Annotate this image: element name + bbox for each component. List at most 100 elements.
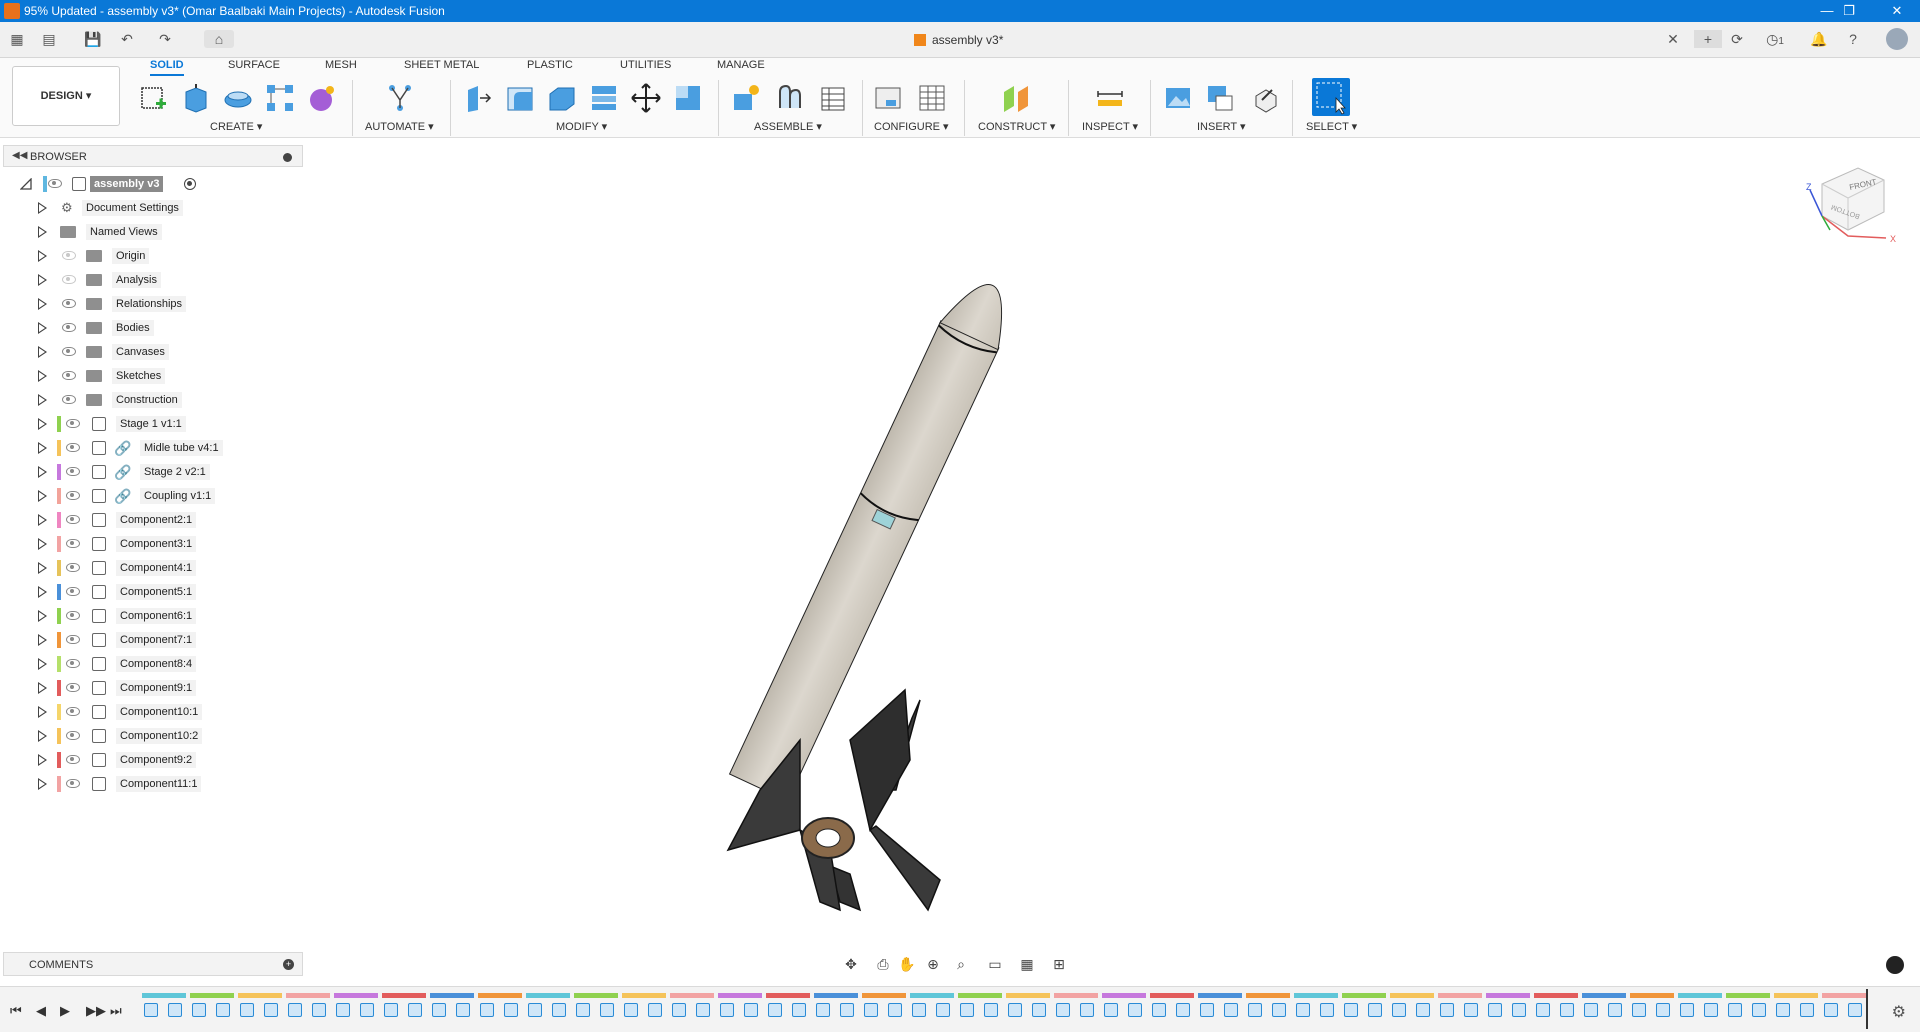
shell-icon[interactable] (546, 82, 578, 114)
timeline-feature[interactable] (456, 1003, 470, 1017)
expand-arrow-icon[interactable] (38, 226, 47, 238)
browser-item[interactable]: Component5:1 (0, 582, 300, 602)
visibility-eye-icon[interactable] (66, 683, 80, 692)
timeline-feature[interactable] (312, 1003, 326, 1017)
browser-item[interactable]: Component10:2 (0, 726, 300, 746)
browser-item[interactable]: 🔗 Coupling v1:1 (0, 486, 300, 506)
expand-arrow-icon[interactable] (38, 202, 47, 214)
automate-icon[interactable] (384, 82, 416, 114)
browser-item-label[interactable]: Stage 1 v1:1 (116, 416, 186, 432)
press-pull-icon[interactable] (462, 82, 494, 114)
timeline-feature[interactable] (1464, 1003, 1478, 1017)
visibility-eye-icon[interactable] (62, 323, 76, 332)
browser-options-icon[interactable] (283, 153, 292, 162)
timeline-feature[interactable] (408, 1003, 422, 1017)
timeline-feature[interactable] (1800, 1003, 1814, 1017)
notifications-bell-icon[interactable]: 🔔 (1810, 30, 1828, 48)
timeline-feature[interactable] (288, 1003, 302, 1017)
form-icon[interactable] (306, 82, 338, 114)
redo-icon[interactable]: ↷ (156, 30, 174, 48)
grid-settings-icon[interactable]: ▦ (1018, 955, 1036, 973)
revolve-icon[interactable] (222, 82, 254, 114)
visibility-eye-icon[interactable] (62, 395, 76, 404)
viewcube[interactable]: FRONT BOTTOM Z X (1800, 160, 1900, 250)
visibility-eye-icon[interactable] (48, 179, 62, 188)
create-sketch-icon[interactable] (138, 82, 170, 114)
timeline-feature[interactable] (1128, 1003, 1142, 1017)
bill-of-materials-icon[interactable] (816, 82, 848, 114)
collapse-browser-icon[interactable]: ◀◀ (12, 150, 27, 161)
browser-item-label[interactable]: Component5:1 (116, 584, 197, 600)
inspect-group-label[interactable]: INSPECT ▾ (1082, 120, 1138, 133)
browser-item[interactable]: Component10:1 (0, 702, 300, 722)
timeline-feature[interactable] (528, 1003, 542, 1017)
timeline-play-icon[interactable]: ▶ (60, 1003, 70, 1019)
timeline-feature[interactable] (768, 1003, 782, 1017)
browser-item[interactable]: 🔗 Stage 2 v2:1 (0, 462, 300, 482)
move-copy-icon[interactable] (630, 82, 662, 114)
timeline-feature[interactable] (360, 1003, 374, 1017)
timeline-feature[interactable] (1392, 1003, 1406, 1017)
expand-arrow-icon[interactable] (38, 754, 47, 766)
tab-surface[interactable]: SURFACE (228, 58, 280, 76)
new-component-icon[interactable] (730, 82, 762, 114)
timeline-feature[interactable] (1536, 1003, 1550, 1017)
timeline-feature[interactable] (552, 1003, 566, 1017)
tab-plastic[interactable]: PLASTIC (527, 58, 573, 76)
browser-item-label[interactable]: Component8:4 (116, 656, 197, 672)
joint-icon[interactable] (774, 82, 806, 114)
root-assembly-label[interactable]: assembly v3 (90, 176, 164, 192)
root-collapse-icon[interactable] (20, 178, 32, 190)
browser-item[interactable]: Canvases (0, 342, 300, 362)
visibility-eye-icon[interactable] (66, 443, 80, 452)
expand-arrow-icon[interactable] (38, 586, 47, 598)
browser-item[interactable]: Component2:1 (0, 510, 300, 530)
timeline-feature[interactable] (1656, 1003, 1670, 1017)
file-menu-icon[interactable]: ▤ (40, 30, 58, 48)
visibility-eye-icon[interactable] (66, 707, 80, 716)
browser-item-label[interactable]: Relationships (112, 296, 187, 312)
timeline-feature[interactable] (1200, 1003, 1214, 1017)
timeline-feature[interactable] (840, 1003, 854, 1017)
add-comment-icon[interactable]: + (283, 959, 294, 970)
configure-icon[interactable] (872, 82, 904, 114)
expand-arrow-icon[interactable] (38, 466, 47, 478)
save-icon[interactable]: 💾 (84, 30, 102, 48)
timeline-feature[interactable] (1512, 1003, 1526, 1017)
timeline-feature[interactable] (336, 1003, 350, 1017)
timeline-feature[interactable] (1008, 1003, 1022, 1017)
browser-item-label[interactable]: Component9:2 (116, 752, 197, 768)
timeline-prev-icon[interactable]: ◀ (36, 1003, 46, 1019)
workspace-design-button[interactable]: DESIGN ▾ (12, 66, 120, 126)
browser-item[interactable]: Component9:1 (0, 678, 300, 698)
expand-arrow-icon[interactable] (38, 682, 47, 694)
browser-item[interactable]: Relationships (0, 294, 300, 314)
browser-item-label[interactable]: Component3:1 (116, 536, 197, 552)
browser-item[interactable]: Sketches (0, 366, 300, 386)
expand-arrow-icon[interactable] (38, 610, 47, 622)
expand-arrow-icon[interactable] (38, 346, 47, 358)
offset-plane-icon[interactable] (1000, 82, 1032, 114)
tab-manage[interactable]: MANAGE (717, 58, 765, 76)
timeline-feature[interactable] (1152, 1003, 1166, 1017)
timeline-feature[interactable] (576, 1003, 590, 1017)
browser-item[interactable]: Bodies (0, 318, 300, 338)
new-tab-plus-icon[interactable]: + (1694, 30, 1722, 48)
browser-item[interactable]: Component11:1 (0, 774, 300, 794)
browser-item-label[interactable]: Component7:1 (116, 632, 197, 648)
visibility-eye-icon[interactable] (66, 539, 80, 548)
browser-item-label[interactable]: Component10:1 (116, 704, 203, 720)
insert-decal-icon[interactable] (1204, 82, 1236, 114)
timeline-feature[interactable] (1272, 1003, 1286, 1017)
data-panel-grid-icon[interactable]: ▦ (8, 30, 26, 48)
browser-item[interactable]: Component4:1 (0, 558, 300, 578)
tab-mesh[interactable]: MESH (325, 58, 357, 76)
visibility-eye-icon[interactable] (66, 467, 80, 476)
browser-item-label[interactable]: Component4:1 (116, 560, 197, 576)
timeline-feature[interactable] (1680, 1003, 1694, 1017)
visibility-eye-icon[interactable] (66, 659, 80, 668)
expand-arrow-icon[interactable] (38, 634, 47, 646)
browser-root-assembly[interactable]: assembly v3 (0, 174, 300, 194)
expand-arrow-icon[interactable] (38, 418, 47, 430)
browser-item[interactable]: Analysis (0, 270, 300, 290)
